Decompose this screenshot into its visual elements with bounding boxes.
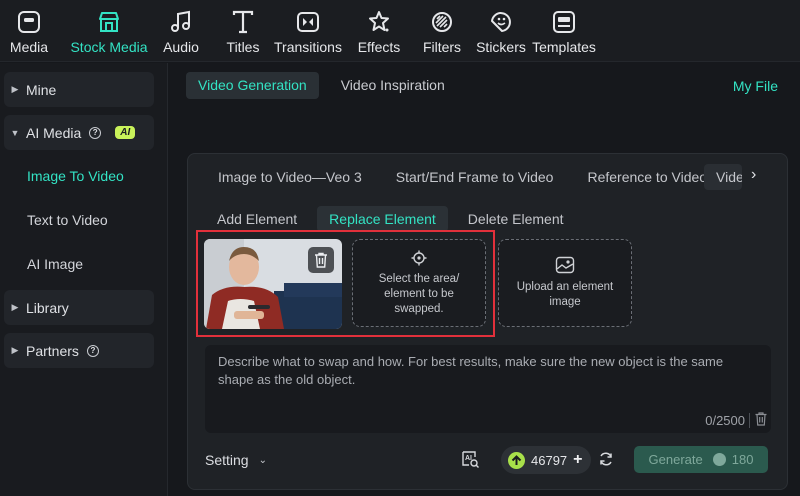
sidebar-item-partners[interactable]: ▶ Partners ? bbox=[4, 333, 154, 368]
sidebar-item-library-label: Library bbox=[26, 299, 69, 316]
sidebar: ▶ Mine ▼ AI Media ? AI Image To Video Te… bbox=[0, 63, 168, 496]
templates-icon bbox=[553, 11, 575, 33]
media-icon bbox=[18, 11, 40, 33]
clear-prompt-button[interactable] bbox=[755, 412, 767, 431]
setting-label: Setting bbox=[205, 452, 249, 468]
source-image-thumbnail[interactable] bbox=[204, 239, 342, 329]
caret-down-icon: ▼ bbox=[10, 127, 20, 138]
toolbar-stickers-label: Stickers bbox=[476, 39, 526, 55]
caret-right-icon: ▶ bbox=[11, 84, 19, 94]
filters-icon bbox=[432, 12, 452, 32]
delete-image-button[interactable] bbox=[308, 247, 334, 273]
caret-right-icon: ▶ bbox=[11, 302, 19, 312]
tab-delete-element[interactable]: Delete Element bbox=[456, 206, 576, 232]
toolbar-transitions[interactable]: Transitions bbox=[271, 0, 345, 62]
toolbar-stickers[interactable]: Stickers bbox=[476, 0, 526, 62]
setting-dropdown[interactable]: Setting ⌄ bbox=[205, 452, 267, 468]
select-area-text: Select the area/ element to be swapped. bbox=[378, 272, 460, 315]
tab-replace-element[interactable]: Replace Element bbox=[317, 206, 448, 232]
tab-image-to-video-veo3[interactable]: Image to Video—Veo 3 bbox=[188, 169, 378, 185]
image-upload-icon bbox=[555, 256, 575, 274]
sidebar-item-ai-image[interactable]: AI Image bbox=[4, 246, 154, 282]
tab-start-end-frame[interactable]: Start/End Frame to Video bbox=[378, 169, 570, 185]
caret-right-icon: ▶ bbox=[11, 345, 19, 355]
toolbar-audio-label: Audio bbox=[163, 39, 199, 55]
ai-assist-button[interactable]: AI bbox=[459, 448, 481, 475]
generation-sub-tabs: Image to Video—Veo 3 Start/End Frame to … bbox=[188, 164, 787, 190]
chevron-down-icon: ⌄ bbox=[258, 454, 267, 466]
toolbar-filters[interactable]: Filters bbox=[422, 0, 462, 62]
transitions-icon bbox=[297, 12, 319, 32]
credits-value: 46797 bbox=[531, 452, 568, 468]
sidebar-item-ai-media[interactable]: ▼ AI Media ? AI bbox=[4, 115, 154, 150]
toolbar-transitions-label: Transitions bbox=[274, 39, 342, 55]
tab-video-inspiration[interactable]: Video Inspiration bbox=[329, 72, 457, 99]
refresh-icon bbox=[600, 452, 612, 466]
toolbar-effects[interactable]: Effects bbox=[357, 0, 401, 62]
mode-tabs: Add Element Replace Element Delete Eleme… bbox=[205, 206, 584, 232]
credit-coin-icon bbox=[712, 453, 726, 466]
sidebar-item-partners-label: Partners bbox=[26, 342, 79, 359]
sidebar-item-text-to-video[interactable]: Text to Video bbox=[4, 202, 154, 238]
chevron-right-icon[interactable]: › bbox=[751, 166, 756, 184]
text-t-icon bbox=[232, 10, 254, 34]
sidebar-item-image-to-video[interactable]: Image To Video bbox=[4, 158, 154, 194]
sidebar-divider bbox=[167, 63, 168, 496]
sidebar-item-mine-label: Mine bbox=[26, 81, 57, 98]
generation-panel: Image to Video—Veo 3 Start/End Frame to … bbox=[187, 153, 788, 490]
select-area-box[interactable]: Select the area/ element to be swapped. bbox=[352, 239, 486, 327]
generate-label: Generate bbox=[648, 452, 703, 467]
music-note-icon bbox=[171, 10, 190, 32]
toolbar-templates[interactable]: Templates bbox=[531, 0, 597, 62]
my-file-link[interactable]: My File bbox=[733, 78, 778, 94]
count-divider bbox=[749, 413, 750, 428]
toolbar-audio[interactable]: Audio bbox=[160, 0, 202, 62]
toolbar-effects-label: Effects bbox=[357, 39, 401, 55]
toolbar-titles-label: Titles bbox=[226, 39, 260, 55]
tab-reference-to-video[interactable]: Reference to Video bbox=[569, 169, 723, 185]
trash-icon bbox=[755, 412, 767, 426]
credits-balance[interactable]: 46797 + bbox=[501, 446, 591, 474]
sidebar-item-label: AI Image bbox=[27, 256, 84, 272]
upload-element-text: Upload an element image bbox=[516, 281, 614, 308]
generate-cost: 180 bbox=[731, 452, 754, 467]
sidebar-item-label: Text to Video bbox=[27, 212, 108, 228]
toolbar-media-label: Media bbox=[9, 39, 49, 55]
ai-badge: AI bbox=[115, 126, 136, 139]
toolbar-templates-label: Templates bbox=[532, 39, 596, 55]
help-icon[interactable]: ? bbox=[89, 126, 102, 139]
upload-element-box[interactable]: Upload an element image bbox=[498, 239, 632, 327]
sidebar-item-mine[interactable]: ▶ Mine bbox=[4, 72, 154, 107]
add-credits-icon[interactable]: + bbox=[573, 451, 582, 469]
top-toolbar: Media Stock Media Audio Titles Transitio… bbox=[0, 0, 800, 62]
stock-media-icon bbox=[99, 12, 119, 32]
ai-assist-icon: AI bbox=[462, 451, 479, 468]
main-tabs: Video Generation Video Inspiration bbox=[186, 72, 467, 99]
toolbar-stock-media-label: Stock Media bbox=[70, 39, 148, 55]
tab-video-generation[interactable]: Video Generation bbox=[186, 72, 319, 99]
sticker-icon bbox=[491, 12, 511, 32]
tab-video-truncated[interactable]: Video bbox=[704, 164, 742, 190]
prompt-placeholder: Describe what to swap and how. For best … bbox=[218, 354, 724, 387]
swap-prompt-textarea[interactable]: Describe what to swap and how. For best … bbox=[205, 345, 771, 433]
generate-button[interactable]: Generate 180 bbox=[634, 446, 768, 473]
sidebar-item-label: Image To Video bbox=[27, 168, 124, 184]
target-icon bbox=[411, 250, 427, 265]
toolbar-media[interactable]: Media bbox=[6, 0, 52, 62]
sidebar-item-ai-media-label: AI Media bbox=[26, 124, 82, 141]
sidebar-item-library[interactable]: ▶ Library bbox=[4, 290, 154, 325]
help-icon[interactable]: ? bbox=[86, 344, 99, 357]
trash-icon bbox=[315, 252, 327, 268]
credit-coin-icon bbox=[508, 451, 525, 469]
toolbar-titles[interactable]: Titles bbox=[221, 0, 265, 62]
effects-star-icon bbox=[369, 11, 389, 32]
tab-add-element[interactable]: Add Element bbox=[205, 206, 309, 232]
toolbar-stock-media[interactable]: Stock Media bbox=[58, 0, 160, 62]
character-count: 0/2500 bbox=[705, 413, 745, 428]
toolbar-filters-label: Filters bbox=[422, 39, 462, 55]
refresh-credits-button[interactable] bbox=[598, 451, 614, 472]
